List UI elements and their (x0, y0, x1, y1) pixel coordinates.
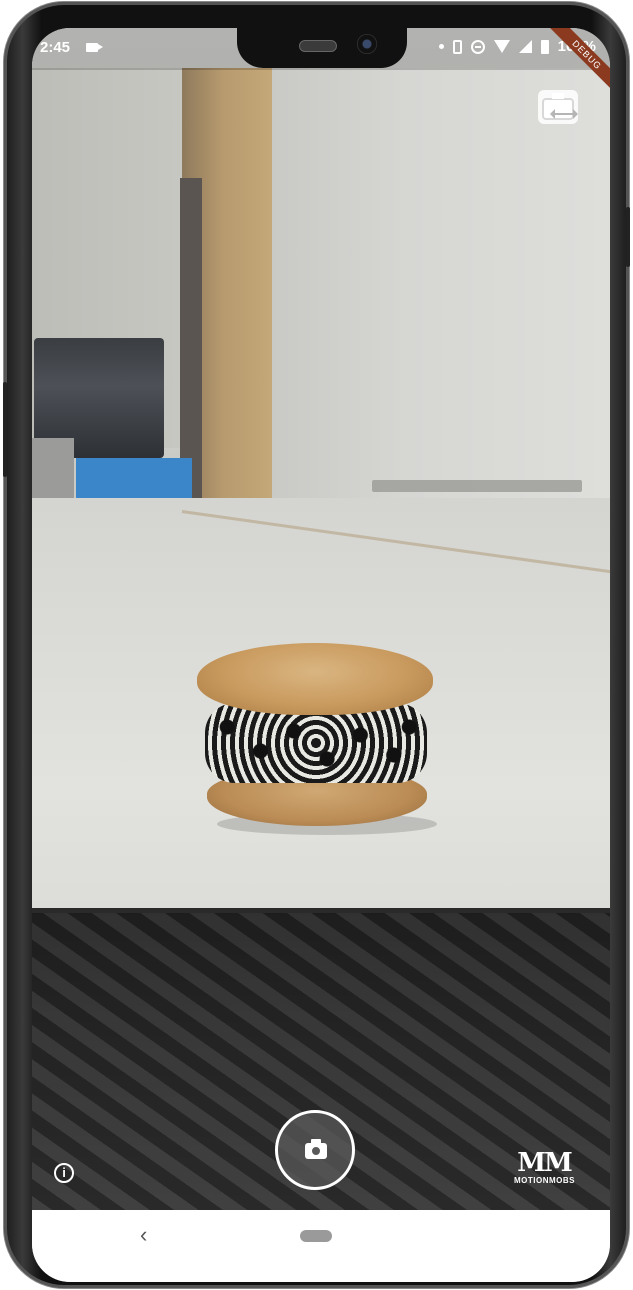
ice-cream-filling (205, 703, 427, 783)
logo-text: MOTIONMOBS (514, 1176, 575, 1185)
back-button[interactable]: ‹ (140, 1222, 147, 1248)
signal-icon (518, 40, 532, 53)
info-button[interactable]: i (54, 1163, 74, 1183)
camera-preview-table-object (372, 480, 582, 492)
switch-camera-button[interactable] (538, 90, 578, 124)
cookie-top (197, 643, 433, 715)
screen: 2:45 100% DEBUG (32, 28, 610, 1282)
logo-mark: MM (517, 1148, 573, 1178)
navigation-bar: ‹ (32, 1210, 610, 1282)
camera-bump (552, 93, 564, 99)
power-button (626, 207, 630, 267)
display-notch (237, 28, 407, 68)
swap-arrows-icon (550, 109, 578, 119)
battery-icon (540, 39, 549, 54)
vibrate-icon (452, 39, 462, 54)
do-not-disturb-icon (470, 39, 485, 54)
dot-icon (438, 44, 444, 49)
phone-frame: 2:45 100% DEBUG (3, 2, 630, 1288)
status-time: 2:45 (40, 39, 71, 56)
status-bar: 2:45 100% (32, 28, 610, 70)
camera-preview-panel (272, 68, 610, 528)
front-camera-lens (357, 34, 377, 54)
volume-button (3, 382, 7, 477)
wifi-icon (493, 40, 510, 53)
info-icon: i (62, 1165, 66, 1180)
home-pill-button[interactable] (300, 1230, 332, 1242)
switch-camera-icon (542, 98, 578, 120)
motionmobs-logo: MM MOTIONMOBS (514, 1148, 575, 1190)
ar-ice-cream-sandwich-model[interactable] (197, 643, 437, 835)
camera-icon (305, 1139, 327, 1159)
earpiece-speaker (299, 40, 337, 52)
camera-preview-tray (76, 458, 192, 502)
capture-button[interactable] (275, 1110, 355, 1190)
recording-icon (86, 43, 103, 52)
